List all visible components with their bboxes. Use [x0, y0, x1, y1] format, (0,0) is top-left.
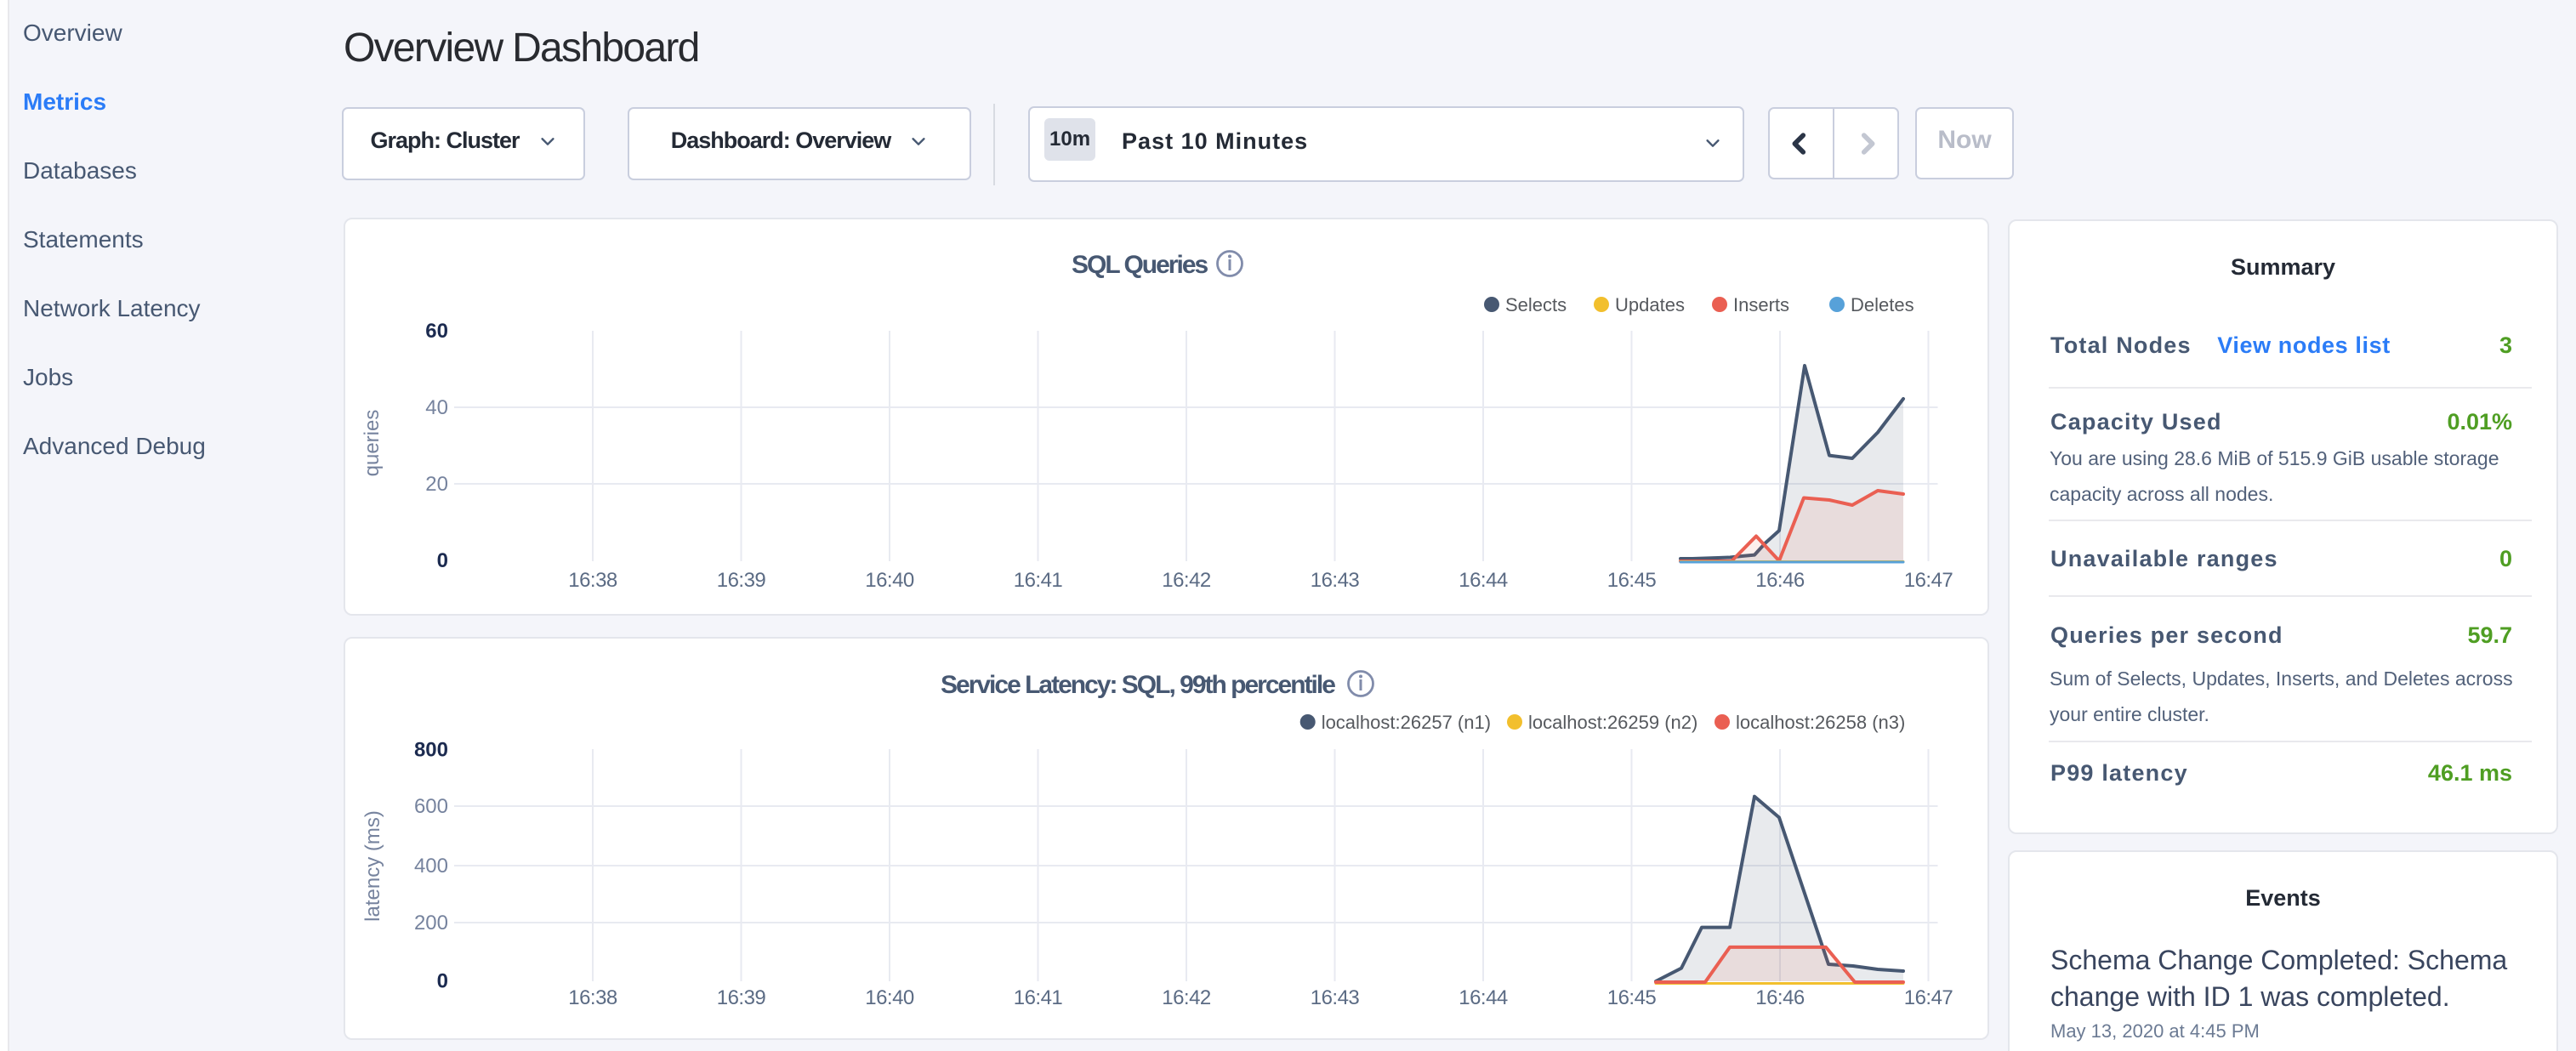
- svg-text:0: 0: [437, 970, 448, 993]
- svg-text:16:39: 16:39: [717, 986, 766, 1009]
- svg-text:16:47: 16:47: [1904, 986, 1953, 1009]
- svg-text:16:39: 16:39: [717, 569, 766, 592]
- svg-text:40: 40: [425, 396, 448, 419]
- svg-text:16:42: 16:42: [1162, 569, 1211, 592]
- svg-text:800: 800: [414, 739, 448, 762]
- svg-text:queries: queries: [361, 410, 384, 477]
- svg-text:16:44: 16:44: [1459, 986, 1508, 1009]
- svg-text:16:40: 16:40: [865, 986, 914, 1009]
- svg-text:400: 400: [414, 855, 448, 878]
- svg-text:16:44: 16:44: [1459, 569, 1508, 592]
- svg-text:Inserts: Inserts: [1733, 294, 1789, 315]
- svg-text:latency (ms): latency (ms): [361, 810, 384, 922]
- svg-text:16:45: 16:45: [1607, 569, 1657, 592]
- svg-text:600: 600: [414, 795, 448, 818]
- svg-text:SQL Queries: SQL Queries: [1072, 251, 1208, 279]
- svg-text:16:38: 16:38: [568, 569, 617, 592]
- svg-text:16:42: 16:42: [1162, 986, 1211, 1009]
- svg-text:16:46: 16:46: [1755, 986, 1805, 1009]
- svg-text:16:43: 16:43: [1311, 569, 1360, 592]
- svg-text:16:41: 16:41: [1014, 569, 1063, 592]
- svg-text:localhost:26257 (n1): localhost:26257 (n1): [1322, 712, 1491, 733]
- svg-text:16:40: 16:40: [865, 569, 914, 592]
- svg-text:Selects: Selects: [1505, 294, 1567, 315]
- svg-text:localhost:26259 (n2): localhost:26259 (n2): [1528, 712, 1697, 733]
- svg-text:16:46: 16:46: [1755, 569, 1805, 592]
- svg-text:16:38: 16:38: [568, 986, 617, 1009]
- svg-text:Updates: Updates: [1615, 294, 1685, 315]
- svg-text:Deletes: Deletes: [1851, 294, 1914, 315]
- svg-text:localhost:26258 (n3): localhost:26258 (n3): [1736, 712, 1905, 733]
- svg-text:0: 0: [437, 549, 448, 572]
- svg-text:16:47: 16:47: [1904, 569, 1953, 592]
- svg-text:16:45: 16:45: [1607, 986, 1657, 1009]
- svg-text:16:43: 16:43: [1311, 986, 1360, 1009]
- svg-text:16:41: 16:41: [1014, 986, 1063, 1009]
- svg-text:200: 200: [414, 912, 448, 935]
- svg-text:60: 60: [425, 320, 448, 343]
- svg-text:20: 20: [425, 473, 448, 496]
- svg-text:Service Latency: SQL, 99th per: Service Latency: SQL, 99th percentile: [941, 671, 1335, 699]
